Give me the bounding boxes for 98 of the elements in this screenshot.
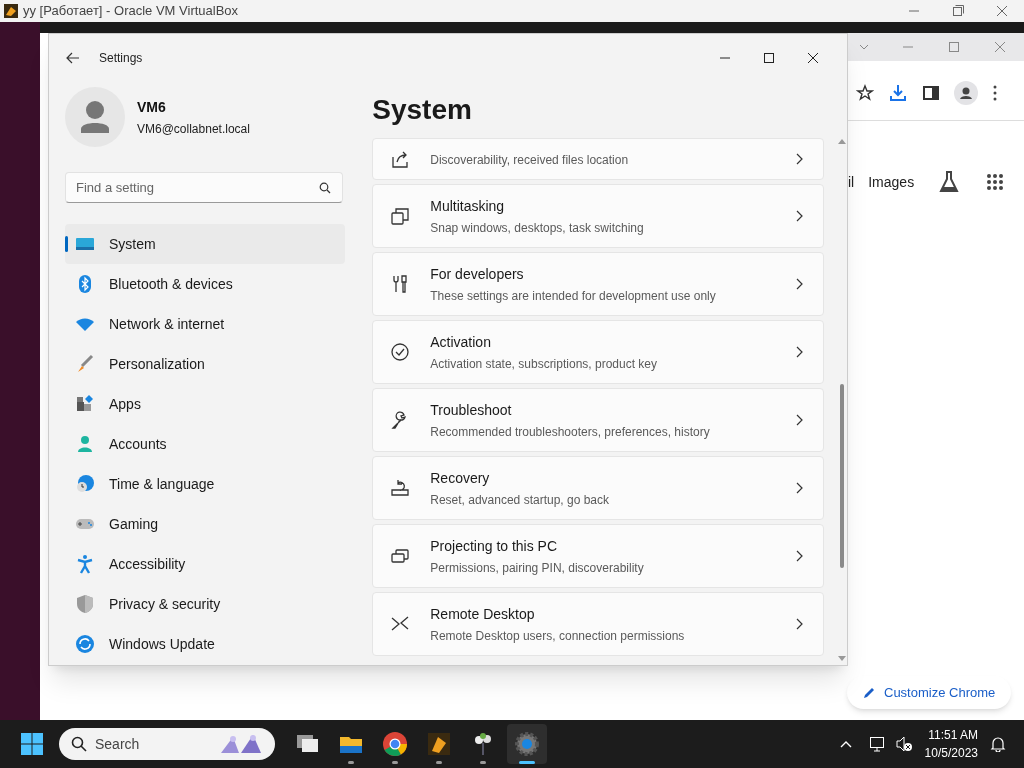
settings-card[interactable]: Multitasking Snap windows, desktops, task switching bbox=[372, 184, 825, 248]
settings-card[interactable]: Activation Activation state, subscriptions, product key bbox=[372, 320, 825, 384]
nav-icon bbox=[75, 634, 95, 654]
settings-card[interactable]: For developers These settings are intended for development use only bbox=[372, 252, 825, 316]
search-icon bbox=[71, 736, 87, 752]
nav-icon bbox=[75, 394, 95, 414]
download-icon[interactable] bbox=[888, 83, 908, 103]
nav-icon bbox=[75, 594, 95, 614]
sidebar-item[interactable]: Accounts bbox=[65, 424, 345, 464]
item-icon bbox=[390, 206, 411, 226]
profile-icon[interactable] bbox=[954, 81, 978, 105]
page-title: System bbox=[372, 93, 473, 127]
chevron-right-icon bbox=[795, 414, 804, 426]
scroll-up-icon[interactable] bbox=[838, 138, 847, 144]
settings-card[interactable]: Troubleshoot Recommended troubleshooters, preferences, history bbox=[372, 388, 825, 452]
sidebar-item[interactable]: Privacy & security bbox=[65, 584, 345, 624]
scrollbar[interactable] bbox=[838, 138, 847, 662]
nav-link[interactable]: il bbox=[848, 171, 855, 193]
settings-search-field[interactable]: Find a setting bbox=[65, 172, 343, 203]
start-button[interactable] bbox=[21, 733, 43, 755]
pencil-icon bbox=[863, 686, 876, 699]
user-email: VM6@collabnet.local bbox=[137, 120, 250, 138]
nav-icon bbox=[75, 354, 95, 374]
user-name: VM6 bbox=[137, 97, 167, 117]
item-title: Projecting to this PC bbox=[430, 536, 559, 556]
avatar-icon bbox=[65, 87, 125, 147]
muted-speaker-icon[interactable] bbox=[894, 735, 913, 753]
item-icon bbox=[390, 149, 411, 169]
app-icon bbox=[382, 731, 408, 757]
chevron-right-icon bbox=[795, 618, 804, 630]
item-icon bbox=[390, 546, 411, 566]
chevron-right-icon bbox=[795, 346, 804, 358]
nav-link[interactable]: Images bbox=[868, 171, 915, 193]
item-title: Multitasking bbox=[430, 196, 506, 216]
item-title: Troubleshoot bbox=[430, 400, 513, 420]
running-indicator bbox=[480, 761, 486, 764]
chevron-right-icon bbox=[795, 482, 804, 494]
item-description: Remote Desktop users, connection permissions bbox=[430, 627, 685, 645]
item-title: Recovery bbox=[430, 468, 491, 488]
search-icon bbox=[319, 182, 331, 194]
side-panel-icon[interactable] bbox=[922, 84, 940, 102]
item-title: For developers bbox=[430, 264, 525, 284]
app-icon bbox=[3, 3, 19, 19]
chevron-right-icon bbox=[795, 210, 804, 222]
clock-time[interactable]: 11:51 AM bbox=[928, 726, 978, 744]
apps-grid-icon[interactable] bbox=[986, 173, 1005, 191]
nav-icon bbox=[75, 554, 95, 574]
chevron-right-icon bbox=[795, 278, 804, 290]
settings-card[interactable]: Projecting to this PC Permissions, pairing PIN, discoverability bbox=[372, 524, 825, 588]
item-title: Activation bbox=[430, 332, 492, 352]
sidebar-item[interactable]: Windows Update bbox=[65, 624, 345, 664]
running-indicator bbox=[392, 761, 398, 764]
sidebar-item[interactable]: Apps bbox=[65, 384, 345, 424]
nav-icon bbox=[75, 474, 95, 494]
item-description: Discoverability, received files location bbox=[430, 152, 629, 169]
chevron-right-icon bbox=[795, 153, 804, 165]
scroll-down-icon[interactable] bbox=[838, 656, 847, 662]
item-description: Activation state, subscriptions, product key bbox=[430, 355, 657, 373]
sidebar-item[interactable]: System bbox=[65, 224, 345, 264]
running-indicator bbox=[436, 761, 442, 764]
flask-icon[interactable] bbox=[938, 170, 961, 194]
settings-card[interactable]: Discoverability, received files location bbox=[372, 138, 825, 180]
item-description: These settings are intended for development use only bbox=[430, 287, 716, 305]
taskbar-search-field[interactable]: Search bbox=[59, 728, 275, 760]
menu-icon[interactable] bbox=[992, 84, 998, 102]
sidebar-item[interactable]: Time & language bbox=[65, 464, 345, 504]
item-description: Recommended troubleshooters, preferences, history bbox=[430, 423, 710, 441]
notification-icon[interactable] bbox=[990, 736, 1006, 752]
item-icon bbox=[390, 478, 411, 498]
back-icon[interactable] bbox=[66, 51, 80, 65]
item-description: Permissions, pairing PIN, discoverability bbox=[430, 559, 644, 577]
settings-card[interactable]: Remote Desktop Remote Desktop users, connection permissions bbox=[372, 592, 825, 656]
clock-date[interactable]: 10/5/2023 bbox=[924, 744, 978, 762]
chevron-right-icon bbox=[795, 550, 804, 562]
maximize-button[interactable] bbox=[763, 52, 775, 64]
nav-icon bbox=[75, 434, 95, 454]
customize-chrome-button[interactable]: Customize Chrome bbox=[847, 676, 1012, 709]
item-description: Reset, advanced startup, go back bbox=[430, 491, 609, 509]
sidebar-item[interactable]: Network & internet bbox=[65, 304, 345, 344]
taskbar-app[interactable] bbox=[507, 724, 547, 764]
running-indicator bbox=[348, 761, 354, 764]
running-indicator bbox=[519, 761, 535, 764]
item-title: Remote Desktop bbox=[430, 604, 536, 624]
item-description: Snap windows, desktops, task switching bbox=[430, 219, 644, 237]
window-title: Settings bbox=[99, 50, 143, 67]
network-icon[interactable] bbox=[868, 735, 887, 753]
sidebar-item[interactable]: Personalization bbox=[65, 344, 345, 384]
settings-card[interactable]: Recovery Reset, advanced startup, go back bbox=[372, 456, 825, 520]
sidebar-item[interactable]: Accessibility bbox=[65, 544, 345, 584]
close-button[interactable] bbox=[807, 52, 819, 64]
window-title: yy [Работает] - Oracle VM VirtualBox bbox=[23, 2, 239, 21]
app-icon bbox=[426, 731, 452, 757]
sidebar-item[interactable]: Bluetooth & devices bbox=[65, 264, 345, 304]
selection-indicator bbox=[65, 236, 68, 252]
star-icon[interactable] bbox=[856, 84, 874, 102]
item-icon bbox=[390, 342, 411, 362]
app-icon bbox=[514, 731, 540, 757]
sidebar-item[interactable]: Gaming bbox=[65, 504, 345, 544]
